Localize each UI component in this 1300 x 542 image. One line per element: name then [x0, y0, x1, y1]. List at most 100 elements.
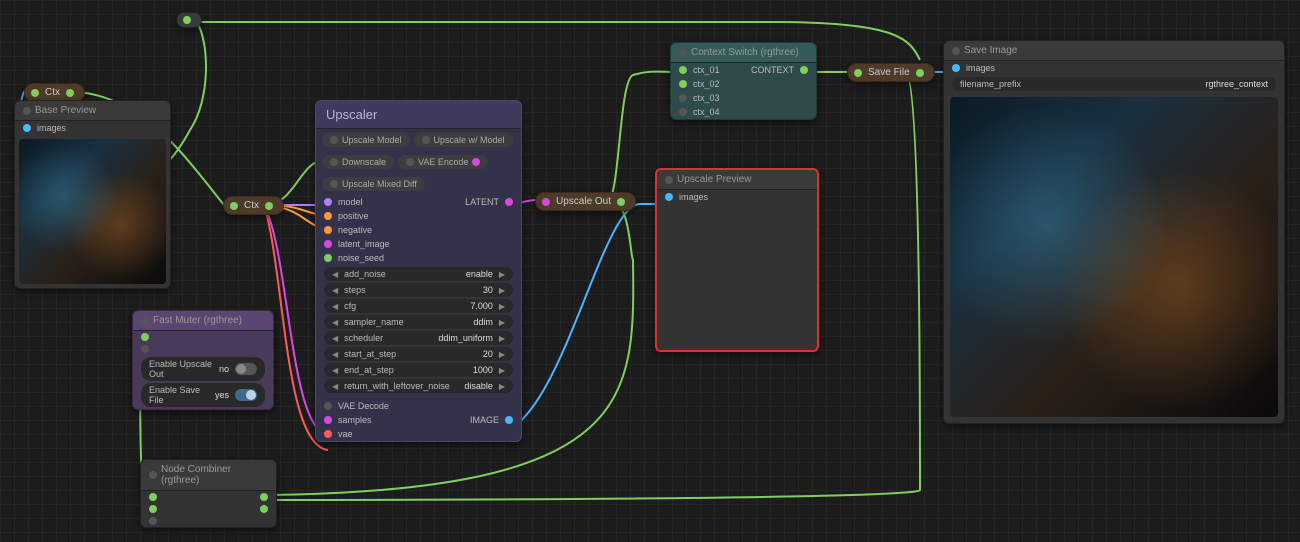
node-title[interactable]: Context Switch (rgthree) [671, 43, 816, 63]
image-port[interactable] [505, 416, 513, 424]
output-port [66, 89, 74, 97]
muter-toggle[interactable]: Enable Save Fileyes [141, 383, 265, 407]
chip-upscale-w-model[interactable]: Upscale w/ Model [414, 133, 513, 147]
context-switch-node[interactable]: Context Switch (rgthree) ctx_01CONTEXT c… [670, 42, 817, 120]
port-dot[interactable] [324, 198, 332, 206]
fast-muter-node[interactable]: Fast Muter (rgthree) Enable Upscale Outn… [132, 310, 274, 410]
dot-icon [422, 136, 430, 144]
upscale-out-node[interactable]: Upscale Out [535, 192, 636, 211]
upscale-preview-node[interactable]: Upscale Preview images [655, 168, 819, 352]
node-title[interactable]: Upscale Preview [657, 170, 817, 190]
port-dot[interactable] [324, 212, 332, 220]
dot-icon [324, 402, 332, 410]
chevron-right-icon[interactable]: ▶ [499, 302, 505, 311]
chip-downscale[interactable]: Downscale [322, 155, 394, 169]
chevron-right-icon[interactable]: ▶ [499, 270, 505, 279]
port-dot[interactable] [149, 505, 157, 513]
chevron-right-icon[interactable]: ▶ [499, 350, 505, 359]
node-title[interactable]: Node Combiner (rgthree) [141, 460, 276, 491]
widget-steps[interactable]: ◀steps30▶ [324, 283, 513, 297]
filename-prefix-widget[interactable]: filename_prefixrgthree_context [952, 77, 1276, 91]
ctx-node-2[interactable]: Ctx [223, 196, 284, 215]
chevron-right-icon[interactable]: ▶ [499, 366, 505, 375]
port-dot[interactable] [149, 517, 157, 525]
chevron-right-icon[interactable]: ▶ [499, 286, 505, 295]
base-preview-node[interactable]: Base Preview images [14, 100, 171, 289]
group-title[interactable]: Upscaler [316, 101, 521, 129]
chevron-left-icon[interactable]: ◀ [332, 270, 338, 279]
port-dot[interactable] [324, 430, 332, 438]
context-port[interactable] [800, 66, 808, 74]
widget-return_with_leftover_noise[interactable]: ◀return_with_leftover_noisedisable▶ [324, 379, 513, 393]
input-row: images [944, 61, 1284, 75]
ctx01-row: ctx_01CONTEXT [671, 63, 816, 77]
input-port [230, 202, 238, 210]
latent-port[interactable] [505, 198, 513, 206]
chevron-left-icon[interactable]: ◀ [332, 302, 338, 311]
images-port[interactable] [23, 124, 31, 132]
port-dot[interactable] [679, 94, 687, 102]
node-title[interactable]: Fast Muter (rgthree) [133, 311, 273, 331]
node-title[interactable]: Save Image [944, 41, 1284, 61]
images-port[interactable] [952, 64, 960, 72]
toggle-switch[interactable] [235, 389, 257, 401]
chevron-left-icon[interactable]: ◀ [332, 318, 338, 327]
chevron-left-icon[interactable]: ◀ [332, 334, 338, 343]
port-dot[interactable] [679, 66, 687, 74]
port-dot[interactable] [324, 254, 332, 262]
node-label: Save File [868, 67, 910, 78]
chevron-right-icon[interactable]: ▶ [499, 318, 505, 327]
chip-vae-encode[interactable]: VAE Encode [398, 155, 488, 169]
chevron-left-icon[interactable]: ◀ [332, 286, 338, 295]
collapse-icon[interactable] [149, 471, 157, 479]
port-dot[interactable] [324, 416, 332, 424]
port-dot[interactable] [679, 80, 687, 88]
muter-toggle[interactable]: Enable Upscale Outno [141, 357, 265, 381]
chevron-left-icon[interactable]: ◀ [332, 350, 338, 359]
widget-end_at_step[interactable]: ◀end_at_step1000▶ [324, 363, 513, 377]
port-dot[interactable] [141, 333, 149, 341]
collapse-icon[interactable] [141, 317, 149, 325]
port-row [133, 331, 273, 343]
widget-cfg[interactable]: ◀cfg7.000▶ [324, 299, 513, 313]
node-combiner-node[interactable]: Node Combiner (rgthree) [140, 459, 277, 528]
node-label: Ctx [244, 200, 259, 211]
widget-sampler_name[interactable]: ◀sampler_nameddim▶ [324, 315, 513, 329]
reroute-node[interactable] [176, 12, 202, 28]
save-image-node[interactable]: Save Image images filename_prefixrgthree… [943, 40, 1285, 424]
port-dot[interactable] [260, 505, 268, 513]
dot-icon [330, 158, 338, 166]
output-samples: samplesIMAGE [316, 413, 521, 427]
save-file-node[interactable]: Save File [847, 63, 935, 82]
collapse-icon[interactable] [665, 176, 673, 184]
upscaler-group[interactable]: Upscaler Upscale Model Upscale w/ Model … [315, 100, 522, 442]
chevron-left-icon[interactable]: ◀ [332, 366, 338, 375]
input-noise-seed: noise_seed [316, 251, 521, 265]
widget-start_at_step[interactable]: ◀start_at_step20▶ [324, 347, 513, 361]
port-dot[interactable] [324, 226, 332, 234]
port-dot[interactable] [260, 493, 268, 501]
chip-upscale-mixed-diff[interactable]: Upscale Mixed Diff [322, 177, 425, 191]
images-port[interactable] [665, 193, 673, 201]
input-port [542, 198, 550, 206]
node-title[interactable]: Base Preview [15, 101, 170, 121]
collapse-icon[interactable] [952, 47, 960, 55]
port-dot[interactable] [149, 493, 157, 501]
port-dot[interactable] [324, 240, 332, 248]
chip-upscale-model[interactable]: Upscale Model [322, 133, 410, 147]
ctx03-row: ctx_03 [671, 91, 816, 105]
chevron-right-icon[interactable]: ▶ [499, 334, 505, 343]
port-dot[interactable] [141, 345, 149, 353]
dot-icon [330, 180, 338, 188]
chip-row-2: Downscale VAE Encode [316, 151, 521, 173]
collapse-icon[interactable] [23, 107, 31, 115]
collapse-icon[interactable] [679, 49, 687, 57]
input-row: images [15, 121, 170, 135]
ctx02-row: ctx_02 [671, 77, 816, 91]
chevron-left-icon[interactable]: ◀ [332, 382, 338, 391]
widget-add_noise[interactable]: ◀add_noiseenable▶ [324, 267, 513, 281]
toggle-switch[interactable] [235, 363, 257, 375]
widget-scheduler[interactable]: ◀schedulerddim_uniform▶ [324, 331, 513, 345]
port-dot[interactable] [679, 108, 687, 116]
chevron-right-icon[interactable]: ▶ [499, 382, 505, 391]
